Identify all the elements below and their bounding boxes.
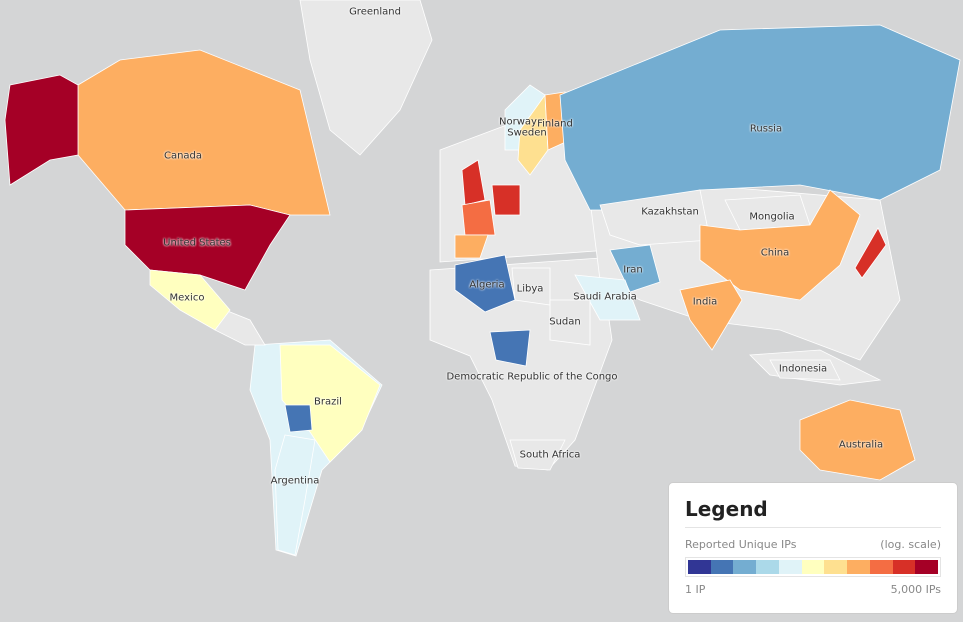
legend-swatch-7 <box>847 560 870 574</box>
legend-swatch-0 <box>688 560 711 574</box>
legend-swatch-6 <box>824 560 848 574</box>
country-label-argentina: Argentina <box>270 475 320 487</box>
country-label-iran: Iran <box>623 264 643 276</box>
legend-title: Legend <box>685 497 941 528</box>
country-label-mongolia: Mongolia <box>749 211 795 223</box>
legend-swatch-1 <box>710 560 734 574</box>
legend-color-scale <box>685 557 941 577</box>
legend-swatch-8 <box>869 560 893 574</box>
country-label-libya: Libya <box>516 283 544 295</box>
country-russia[interactable] <box>559 24 961 211</box>
country-label-norway: Norway <box>499 116 537 128</box>
country-label-india: India <box>692 296 718 308</box>
country-label-greenland: Greenland <box>349 6 401 18</box>
country-canada[interactable] <box>77 49 331 216</box>
country-label-indonesia: Indonesia <box>778 363 828 375</box>
country-label-finland: Finland <box>537 118 573 130</box>
country-label-saudi-arabia: Saudi Arabia <box>573 291 637 303</box>
country-india[interactable] <box>679 279 743 351</box>
country-label-australia: Australia <box>838 439 884 451</box>
country-label-russia: Russia <box>749 123 783 135</box>
country-greenland[interactable] <box>299 0 433 156</box>
legend-metric: Reported Unique IPs <box>685 538 797 551</box>
legend-swatch-10 <box>915 560 939 574</box>
country-label-sudan: Sudan <box>549 316 581 328</box>
country-france[interactable] <box>461 199 496 236</box>
legend-swatch-5 <box>801 560 825 574</box>
country-germany[interactable] <box>491 184 521 216</box>
legend-panel: Legend Reported Unique IPs (log. scale) … <box>668 482 958 614</box>
legend-swatch-2 <box>733 560 757 574</box>
legend-scale-note: (log. scale) <box>880 538 941 551</box>
country-label-mexico: Mexico <box>169 292 205 304</box>
country-label-united-states: United States <box>163 237 231 249</box>
country-label-canada: Canada <box>163 150 203 162</box>
country-label-democratic-republic-of-the-congo: Democratic Republic of the Congo <box>446 371 618 383</box>
country-label-kazakhstan: Kazakhstan <box>641 206 699 218</box>
country-label-china: China <box>760 247 790 259</box>
legend-max: 5,000 IPs <box>890 583 941 596</box>
country-bolivia[interactable] <box>284 404 313 433</box>
country-label-south-africa: South Africa <box>519 449 581 461</box>
country-label-brazil: Brazil <box>314 396 342 408</box>
country-alaska[interactable] <box>4 74 79 186</box>
legend-swatch-4 <box>778 560 802 574</box>
country-label-algeria: Algeria <box>469 279 505 291</box>
legend-min: 1 IP <box>685 583 706 596</box>
legend-swatch-3 <box>756 560 779 574</box>
legend-swatch-9 <box>892 560 916 574</box>
